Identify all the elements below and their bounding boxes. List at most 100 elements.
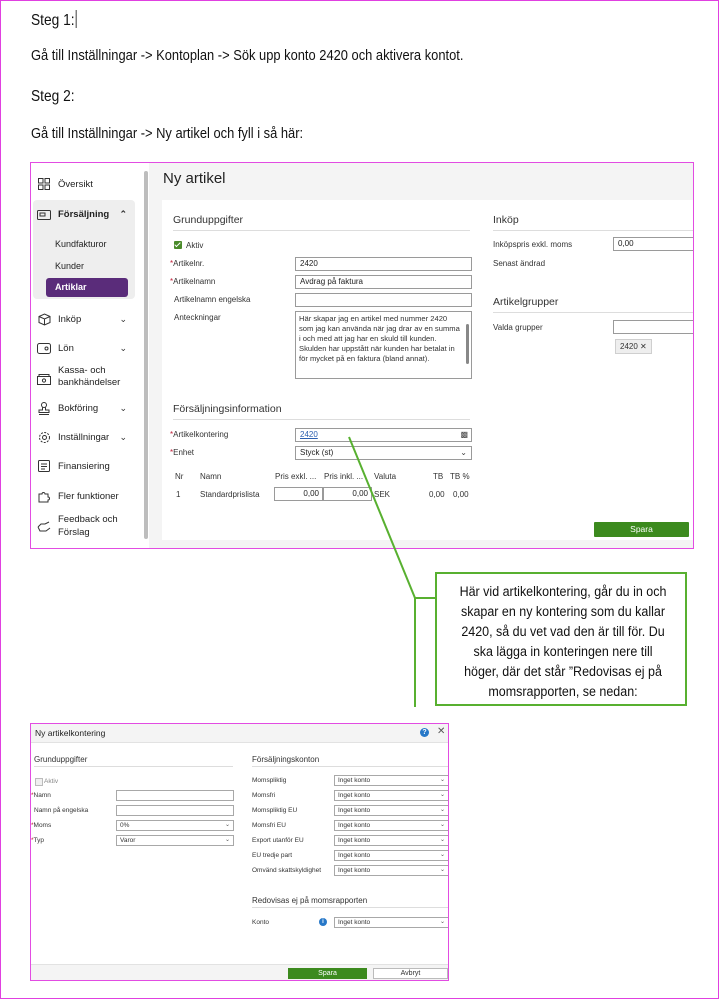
ny-artikelkontering-dialog: Ny artikelkontering ? ✕ Grunduppgifter A… — [30, 723, 449, 981]
section-title-artikelgrupper: Artikelgrupper — [493, 296, 559, 308]
artikelnamn-engelska-input[interactable] — [295, 293, 472, 307]
search-list-icon[interactable]: ▩ — [460, 429, 468, 441]
konto-row-label: Momsfri — [252, 792, 276, 799]
pris-inkl-input[interactable]: 0,00 — [323, 487, 372, 501]
sidebar-item-oversikt[interactable]: Översikt — [36, 173, 139, 195]
konto-label: Konto — [252, 919, 269, 926]
sidebar-item-label: Inställningar — [58, 431, 110, 443]
chevron-down-icon: ⌄ — [439, 792, 445, 798]
konto-row-select[interactable]: Inget konto ⌄ — [334, 835, 448, 846]
section-divider — [252, 766, 448, 767]
artikelnamn-engelska-label: Artikelnamn engelska — [174, 295, 251, 304]
artikelnr-input[interactable]: 2420 — [295, 257, 472, 271]
konto-row-label: Momspliktig EU — [252, 807, 298, 814]
pris-exkl-input[interactable]: 0,00 — [274, 487, 323, 501]
artikelkontering-label: *Artikelkontering — [170, 430, 229, 439]
typ-value: Varor — [120, 837, 136, 844]
save-button[interactable]: Spara — [594, 522, 689, 537]
konto-row-select[interactable]: Inget konto ⌄ — [334, 850, 448, 861]
chevron-down-icon: ⌄ — [439, 807, 445, 813]
redovisas-konto-value: Inget konto — [338, 919, 371, 926]
help-icon[interactable]: ? — [420, 728, 429, 737]
sidebar-item-fler-funktioner[interactable]: Fler funktioner — [36, 485, 139, 507]
step2-text: Gå till Inställningar -> Ny artikel och … — [31, 125, 304, 142]
cancel-button[interactable]: Avbryt — [373, 968, 448, 979]
aktiv-label: Aktiv — [186, 241, 204, 250]
konto-row-value: Inget konto — [338, 777, 371, 784]
article-form-panel: Grunduppgifter Aktiv *Artikelnr. 2420 *A… — [162, 200, 693, 540]
step1-heading: Steg 1: — [31, 10, 77, 29]
group-tag-label: 2420 — [620, 342, 638, 351]
sidebar-item-forsaljning[interactable]: Försäljning ⌃ — [36, 203, 139, 225]
table-header-valuta: Valuta — [374, 472, 397, 481]
namn-engelska-input[interactable] — [116, 805, 234, 816]
konto-row-select[interactable]: Inget konto ⌄ — [334, 865, 448, 876]
dialog-header: Ny artikelkontering ? ✕ — [31, 724, 448, 743]
sidebar-item-installningar[interactable]: Inställningar ⌄ — [36, 426, 139, 448]
konto-row-select[interactable]: Inget konto ⌄ — [334, 775, 448, 786]
table-header-pris-exkl: Pris exkl. ... — [275, 472, 317, 481]
artikelnr-label: *Artikelnr. — [170, 259, 205, 268]
aktiv-checkbox[interactable] — [174, 241, 182, 249]
anteckningar-textarea[interactable]: Här skapar jag en artikel med nummer 242… — [295, 311, 472, 379]
close-icon[interactable]: ✕ — [437, 726, 445, 737]
table-cell-tb: 0,00 — [429, 490, 445, 499]
konto-row-select[interactable]: Inget konto ⌄ — [334, 790, 448, 801]
konto-row-value: Inget konto — [338, 807, 371, 814]
sidebar-scrollbar[interactable] — [144, 171, 148, 539]
artikelnamn-input[interactable]: Avdrag på faktura — [295, 275, 472, 289]
valda-grupper-input[interactable] — [613, 320, 693, 334]
aktiv-checkbox[interactable] — [35, 778, 43, 786]
redovisas-konto-select[interactable]: Inget konto ⌄ — [334, 917, 448, 928]
section-divider — [493, 312, 693, 313]
grid-icon — [36, 176, 52, 192]
section-divider — [34, 766, 233, 767]
close-icon[interactable]: ✕ — [640, 342, 647, 351]
namn-label: *Namn — [31, 792, 51, 799]
konto-row-select[interactable]: Inget konto ⌄ — [334, 820, 448, 831]
typ-select[interactable]: Varor ⌄ — [116, 835, 234, 846]
konto-row-label: Momsfri EU — [252, 822, 286, 829]
konto-row-select[interactable]: Inget konto ⌄ — [334, 805, 448, 816]
table-cell-namn: Standardprislista — [200, 490, 260, 499]
chevron-down-icon: ⌄ — [224, 837, 230, 843]
textarea-scrollbar[interactable] — [466, 324, 469, 364]
anteckningar-text: Här skapar jag en artikel med nummer 242… — [299, 314, 460, 363]
chevron-up-icon: ⌃ — [119, 208, 127, 219]
sidebar-item-bokforing[interactable]: Bokföring ⌄ — [36, 397, 139, 419]
sidebar-item-inkop[interactable]: Inköp ⌄ — [36, 308, 139, 330]
moms-select[interactable]: 0% ⌄ — [116, 820, 234, 831]
artikelkontering-input[interactable]: 2420 ▩ — [295, 428, 472, 442]
group-tag[interactable]: 2420 ✕ — [615, 339, 652, 354]
sidebar-item-label: Fler funktioner — [58, 490, 119, 502]
konto-row-value: Inget konto — [338, 852, 371, 859]
gear-icon — [36, 429, 52, 445]
sidebar-item-feedback[interactable]: Feedback och Förslag — [36, 513, 139, 541]
namn-input[interactable] — [116, 790, 234, 801]
text-caret — [75, 10, 77, 28]
document-icon — [36, 458, 52, 474]
konto-row-value: Inget konto — [338, 837, 371, 844]
card-icon — [36, 340, 52, 356]
sidebar-sub-kundfakturor[interactable]: Kundfakturor — [55, 239, 107, 249]
table-cell-nr: 1 — [176, 490, 181, 499]
table-cell-valuta: SEK — [374, 490, 391, 499]
enhet-select[interactable]: Styck (st) ⌄ — [295, 446, 472, 460]
sidebar-sub-kunder[interactable]: Kunder — [55, 261, 84, 271]
sidebar-item-kassa[interactable]: Kassa- och bankhändelser — [36, 365, 139, 393]
table-header-pris-inkl: Pris inkl. ... — [324, 472, 364, 481]
inkopspris-input[interactable]: 0,00 — [613, 237, 693, 251]
sidebar-item-finansiering[interactable]: Finansiering — [36, 455, 139, 477]
chevron-down-icon: ⌄ — [119, 313, 127, 324]
chevron-down-icon: ⌄ — [439, 777, 445, 783]
chevron-down-icon: ⌄ — [439, 919, 445, 925]
sidebar-sub-artiklar[interactable]: Artiklar — [46, 278, 128, 297]
info-icon[interactable]: i — [319, 918, 327, 926]
table-header-nr: Nr — [175, 472, 184, 481]
section-divider — [252, 907, 448, 908]
konto-row-value: Inget konto — [338, 822, 371, 829]
save-button[interactable]: Spara — [288, 968, 367, 979]
chevron-down-icon: ⌄ — [460, 448, 467, 457]
sidebar-item-label: Finansiering — [58, 460, 110, 472]
sidebar-item-lon[interactable]: Lön ⌄ — [36, 337, 139, 359]
